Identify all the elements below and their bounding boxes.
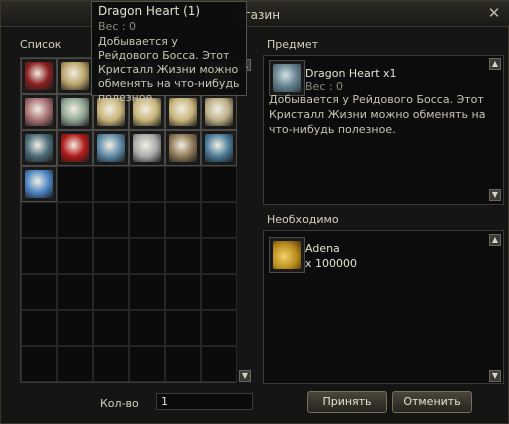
- item-scroll-down-button[interactable]: ▼: [489, 189, 501, 201]
- blue-ore-icon: [205, 134, 233, 162]
- item-panel-description: Добывается у Рейдового Босса. Этот Крист…: [269, 93, 486, 136]
- grid-item-slot[interactable]: [21, 94, 57, 130]
- empty-slot: [21, 202, 57, 238]
- empty-slot: [201, 310, 237, 346]
- grid-item-slot[interactable]: [57, 94, 93, 130]
- adena-coins-icon: [273, 241, 301, 269]
- grid-item-slot[interactable]: [129, 130, 165, 166]
- req-scroll-down-button[interactable]: ▼: [489, 370, 501, 382]
- cancel-button[interactable]: Отменить: [392, 391, 472, 413]
- item-panel-name: Dragon Heart x1: [305, 67, 397, 80]
- empty-slot: [57, 202, 93, 238]
- empty-slot: [201, 238, 237, 274]
- blue-crystals-icon: [25, 170, 53, 198]
- empty-slot: [57, 238, 93, 274]
- crystal-orb-green-icon: [61, 98, 89, 126]
- grid-scroll-down-button[interactable]: ▼: [239, 370, 251, 382]
- tooltip-item-name: Dragon Heart (1): [98, 4, 201, 18]
- adena-icon-slot[interactable]: [269, 237, 305, 273]
- title-bar[interactable]: агазин ✕: [1, 1, 509, 27]
- empty-slot: [129, 202, 165, 238]
- empty-slot: [201, 346, 237, 382]
- empty-slot: [57, 166, 93, 202]
- empty-slot: [21, 238, 57, 274]
- empty-slot: [93, 202, 129, 238]
- grid-item-slot[interactable]: [201, 130, 237, 166]
- ice-scroll-icon: [97, 134, 125, 162]
- red-scrolls-icon: [25, 62, 53, 90]
- empty-slot: [129, 166, 165, 202]
- item-scroll-up-button[interactable]: ▲: [489, 58, 501, 70]
- quantity-input[interactable]: [156, 393, 253, 410]
- empty-slot: [165, 346, 201, 382]
- empty-slot: [129, 274, 165, 310]
- empty-slot: [129, 346, 165, 382]
- empty-slot: [21, 310, 57, 346]
- crystal-orb-red-icon: [25, 98, 53, 126]
- empty-slot: [57, 346, 93, 382]
- empty-slot: [165, 310, 201, 346]
- empty-slot: [93, 346, 129, 382]
- empty-slot: [57, 274, 93, 310]
- empty-slot: [165, 202, 201, 238]
- accept-button[interactable]: Принять: [307, 391, 387, 413]
- empty-slot: [57, 310, 93, 346]
- empty-slot: [165, 238, 201, 274]
- item-tooltip: Dragon Heart (1) Вес : 0 Добывается у Ре…: [91, 1, 247, 104]
- empty-slot: [201, 274, 237, 310]
- grid-item-slot[interactable]: [57, 58, 93, 94]
- grid-item-slot[interactable]: [165, 130, 201, 166]
- tooltip-description: Добывается у Рейдового Босса. Этот Крист…: [98, 35, 240, 104]
- silver-shard-icon: [133, 134, 161, 162]
- item-panel-icon-slot[interactable]: [269, 60, 305, 96]
- grid-item-slot[interactable]: [57, 130, 93, 166]
- empty-slot: [129, 310, 165, 346]
- item-panel-label: Предмет: [267, 38, 319, 51]
- requirements-label: Необходимо: [267, 213, 339, 226]
- dragon-heart-icon: [273, 64, 301, 92]
- shop-window: агазин ✕ Список ▲ ▼ Предмет Dragon Heart…: [0, 0, 509, 424]
- requirement-amount: x 100000: [305, 257, 357, 270]
- tooltip-weight: Вес : 0: [98, 20, 137, 33]
- empty-slot: [93, 274, 129, 310]
- grid-item-slot[interactable]: [21, 130, 57, 166]
- empty-slot: [201, 166, 237, 202]
- empty-slot: [201, 202, 237, 238]
- quantity-label: Кол-во: [100, 397, 139, 410]
- rolled-scroll-icon: [169, 134, 197, 162]
- empty-slot: [21, 274, 57, 310]
- map-scroll-icon: [61, 62, 89, 90]
- grid-item-slot[interactable]: [93, 130, 129, 166]
- empty-slot: [165, 166, 201, 202]
- close-icon[interactable]: ✕: [486, 5, 502, 21]
- red-cloak-icon: [61, 134, 89, 162]
- grid-item-slot[interactable]: [21, 166, 57, 202]
- empty-slot: [93, 310, 129, 346]
- claw-icon: [25, 134, 53, 162]
- req-scroll-up-button[interactable]: ▲: [489, 234, 501, 246]
- empty-slot: [21, 346, 57, 382]
- empty-slot: [93, 166, 129, 202]
- empty-slot: [129, 238, 165, 274]
- empty-slot: [165, 274, 201, 310]
- requirement-name: Adena: [305, 242, 340, 255]
- list-label: Список: [20, 38, 62, 51]
- item-grid: [20, 57, 237, 383]
- grid-item-slot[interactable]: [21, 58, 57, 94]
- empty-slot: [93, 238, 129, 274]
